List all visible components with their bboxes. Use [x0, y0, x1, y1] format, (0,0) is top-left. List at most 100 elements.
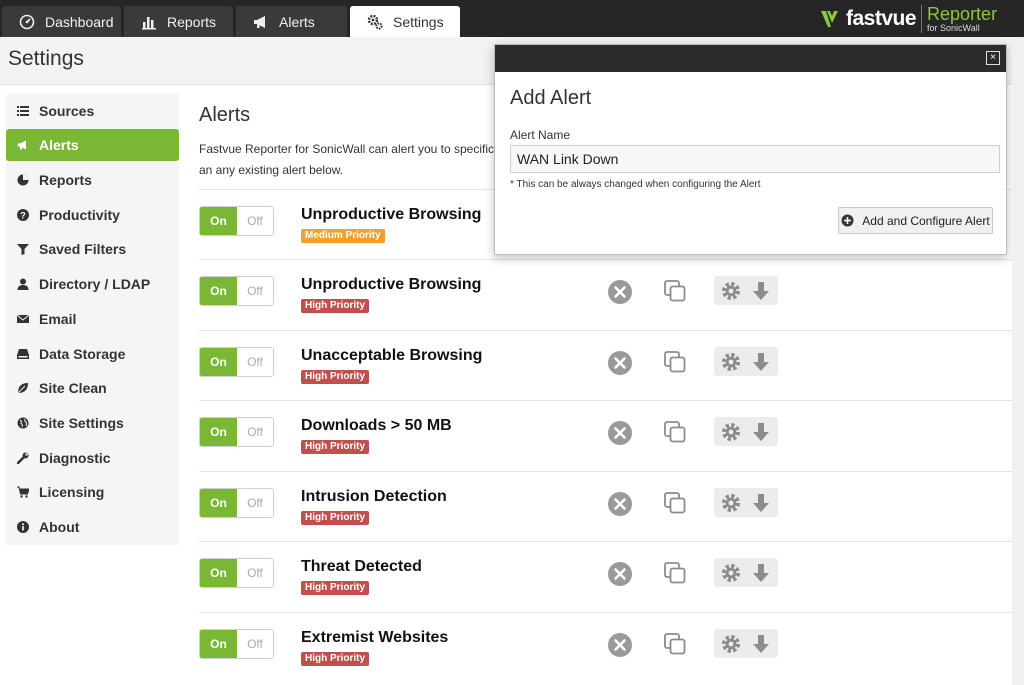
add-and-configure-alert-button[interactable]: Add and Configure Alert [838, 207, 993, 234]
toggle-off[interactable]: Off [237, 207, 273, 235]
toggle-on[interactable]: On [200, 277, 237, 305]
move-down-button[interactable] [749, 632, 773, 656]
configure-alert-button[interactable] [719, 279, 743, 303]
copy-alert-button[interactable] [663, 491, 687, 515]
tab-dashboard[interactable]: Dashboard [2, 6, 121, 37]
tab-settings[interactable]: Settings [350, 6, 460, 37]
configure-alert-button[interactable] [719, 561, 743, 585]
sidebar-item-alerts[interactable]: Alerts [6, 129, 179, 161]
delete-alert-button[interactable] [607, 420, 633, 446]
question-circle-icon: ? [16, 208, 30, 222]
sidebar-item-reports[interactable]: Reports [6, 164, 179, 196]
wrench-icon [16, 451, 30, 465]
close-circle-icon [608, 633, 632, 657]
alert-enabled-toggle[interactable]: On Off [199, 347, 274, 377]
sidebar-item-directory-ldap[interactable]: Directory / LDAP [6, 268, 179, 300]
copy-alert-button[interactable] [663, 420, 687, 444]
alert-enabled-toggle[interactable]: On Off [199, 629, 274, 659]
sidebar-item-saved-filters[interactable]: Saved Filters [6, 233, 179, 265]
sidebar-item-licensing[interactable]: Licensing [6, 476, 179, 508]
configure-alert-button[interactable] [719, 350, 743, 374]
fastvue-mark-icon [821, 11, 838, 27]
move-down-button[interactable] [749, 491, 773, 515]
delete-alert-button[interactable] [607, 632, 633, 658]
close-circle-icon [608, 421, 632, 445]
toggle-off[interactable]: Off [237, 489, 273, 517]
copy-icon [664, 633, 686, 655]
close-button[interactable]: × [986, 51, 1000, 65]
copy-icon [664, 280, 686, 302]
move-down-button[interactable] [749, 561, 773, 585]
close-circle-icon [608, 492, 632, 516]
page-scrollbar[interactable] [1012, 37, 1024, 685]
toggle-on[interactable]: On [200, 559, 237, 587]
copy-alert-button[interactable] [663, 561, 687, 585]
toggle-off[interactable]: Off [237, 348, 273, 376]
sidebar-item-label: About [39, 519, 80, 535]
delete-alert-button[interactable] [607, 561, 633, 587]
configure-alert-button[interactable] [719, 420, 743, 444]
move-down-button[interactable] [749, 420, 773, 444]
alert-name: Extremist Websites [301, 629, 449, 646]
copy-alert-button[interactable] [663, 279, 687, 303]
sidebar-item-email[interactable]: Email [6, 303, 179, 335]
tab-reports[interactable]: Reports [124, 6, 233, 37]
sidebar-item-label: Reports [39, 172, 92, 188]
toggle-off[interactable]: Off [237, 559, 273, 587]
alert-action-group [714, 417, 778, 446]
alert-row: On Off Unacceptable Browsing High Priority [199, 330, 1012, 400]
sidebar-item-diagnostic[interactable]: Diagnostic [6, 442, 179, 474]
copy-alert-button[interactable] [663, 350, 687, 374]
configure-alert-button[interactable] [719, 491, 743, 515]
toggle-on[interactable]: On [200, 207, 237, 235]
sidebar-item-about[interactable]: About [6, 511, 179, 543]
toggle-off[interactable]: Off [237, 630, 273, 658]
dialog-title: Add Alert [510, 87, 592, 109]
toggle-off[interactable]: Off [237, 418, 273, 446]
alert-name: Downloads > 50 MB [301, 417, 452, 434]
gear-icon [722, 493, 740, 512]
sidebar-item-data-storage[interactable]: Data Storage [6, 338, 179, 370]
sidebar-item-sources[interactable]: Sources [6, 95, 179, 127]
delete-alert-button[interactable] [607, 491, 633, 517]
copy-icon [664, 562, 686, 584]
alert-enabled-toggle[interactable]: On Off [199, 206, 274, 236]
configure-alert-button[interactable] [719, 632, 743, 656]
megaphone-icon [16, 138, 30, 152]
sidebar-item-site-clean[interactable]: Site Clean [6, 372, 179, 404]
sidebar-item-label: Site Settings [39, 415, 124, 431]
gauge-icon [18, 13, 36, 31]
alert-enabled-toggle[interactable]: On Off [199, 488, 274, 518]
gear-icon [722, 422, 740, 441]
copy-icon [664, 421, 686, 443]
priority-badge: High Priority [301, 581, 370, 595]
sidebar-item-label: Directory / LDAP [39, 276, 151, 292]
delete-alert-button[interactable] [607, 279, 633, 305]
alert-enabled-toggle[interactable]: On Off [199, 276, 274, 306]
sidebar-item-label: Saved Filters [39, 241, 127, 257]
toggle-on[interactable]: On [200, 418, 237, 446]
add-alert-dialog: × Add Alert Alert Name * This can be alw… [494, 44, 1007, 255]
move-down-button[interactable] [749, 350, 773, 374]
copy-icon [664, 351, 686, 373]
description-line: Fastvue Reporter for SonicWall can alert… [199, 142, 495, 156]
delete-alert-button[interactable] [607, 350, 633, 376]
close-circle-icon [608, 280, 632, 304]
svg-text:?: ? [20, 211, 26, 221]
alert-enabled-toggle[interactable]: On Off [199, 417, 274, 447]
arrow-down-icon [753, 634, 769, 653]
toggle-on[interactable]: On [200, 630, 237, 658]
sidebar-item-site-settings[interactable]: Site Settings [6, 407, 179, 439]
sidebar-item-label: Licensing [39, 484, 105, 500]
move-down-button[interactable] [749, 279, 773, 303]
copy-alert-button[interactable] [663, 632, 687, 656]
alert-name-input[interactable] [510, 145, 1000, 173]
sidebar-item-productivity[interactable]: ? Productivity [6, 199, 179, 231]
toggle-on[interactable]: On [200, 348, 237, 376]
alert-enabled-toggle[interactable]: On Off [199, 558, 274, 588]
toggle-on[interactable]: On [200, 489, 237, 517]
gear-icon [722, 563, 740, 582]
alert-action-group [714, 488, 778, 517]
tab-alerts[interactable]: Alerts [236, 6, 347, 37]
toggle-off[interactable]: Off [237, 277, 273, 305]
